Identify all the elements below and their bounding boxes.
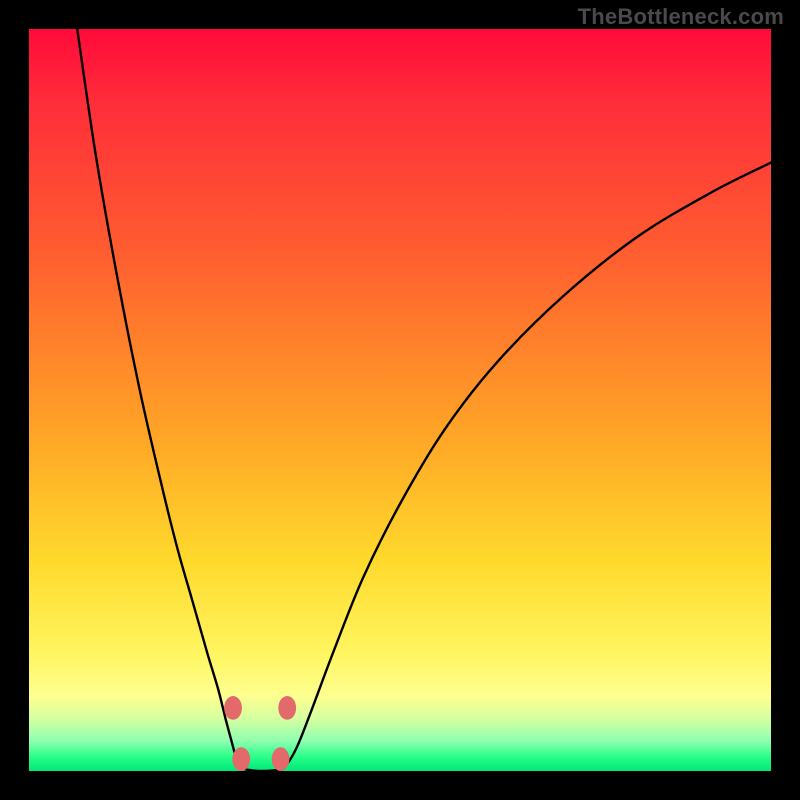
frame: TheBottleneck.com bbox=[0, 0, 800, 800]
valley-markers bbox=[224, 696, 296, 771]
valley-marker bbox=[232, 747, 250, 771]
watermark-text: TheBottleneck.com bbox=[578, 4, 784, 30]
bottleneck-curve bbox=[77, 29, 771, 771]
valley-marker bbox=[278, 696, 296, 720]
chart-svg bbox=[29, 29, 771, 771]
plot-area bbox=[29, 29, 771, 771]
valley-marker bbox=[272, 747, 290, 771]
valley-marker bbox=[224, 696, 242, 720]
